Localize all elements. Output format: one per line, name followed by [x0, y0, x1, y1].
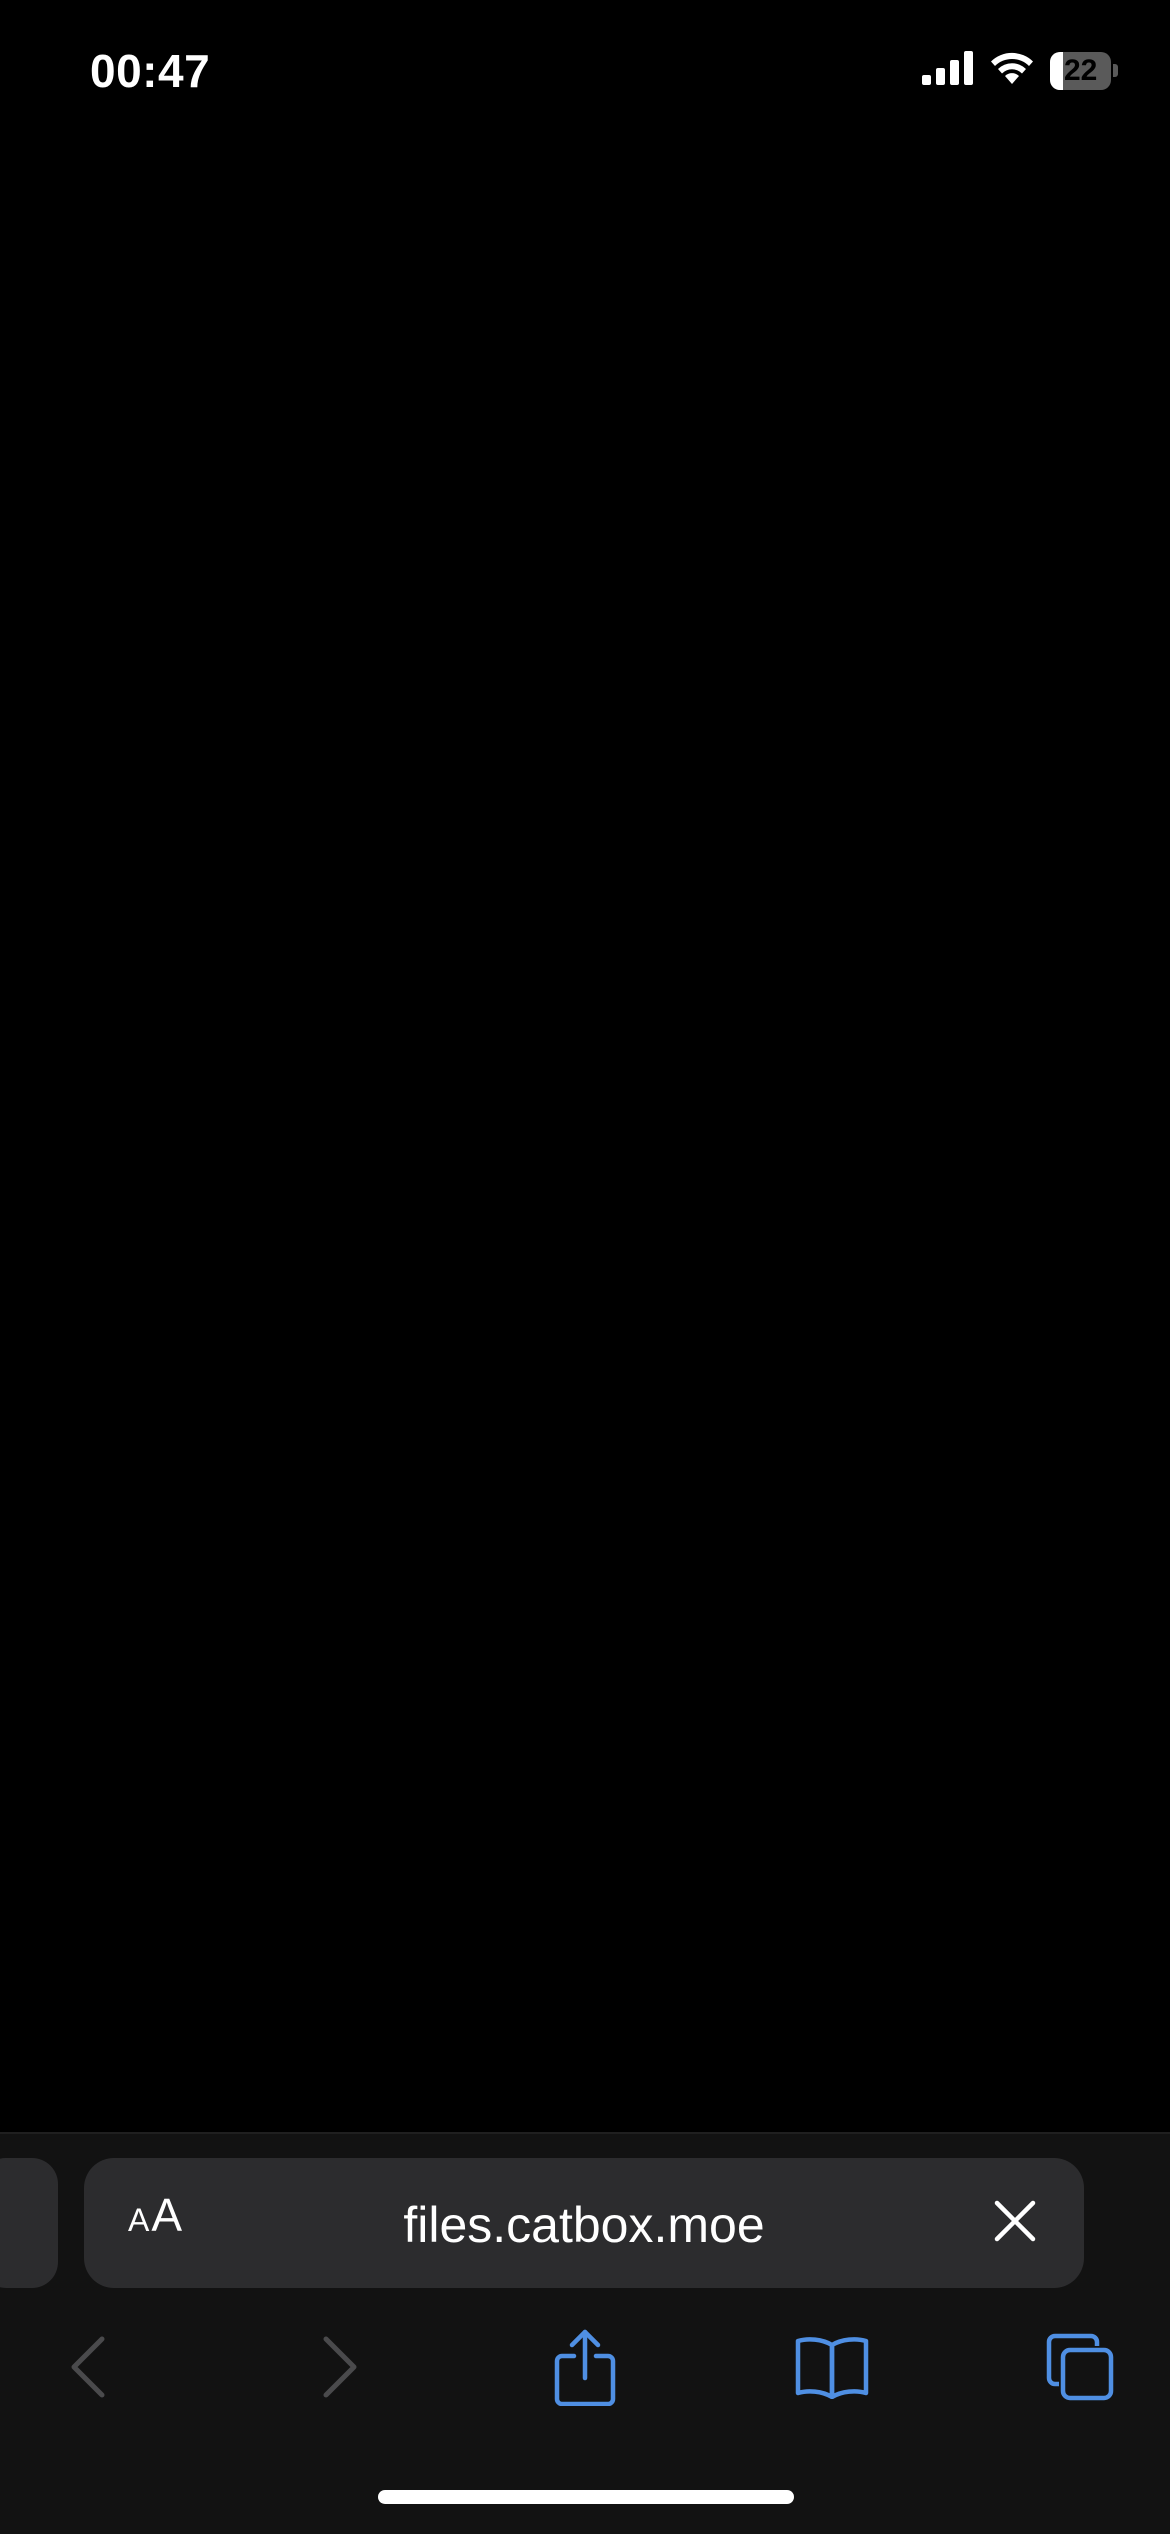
web-content[interactable]	[0, 150, 1170, 2132]
back-chevron-icon	[68, 2335, 108, 2404]
bookmarks-book-icon	[794, 2335, 870, 2404]
battery-body: 22	[1050, 51, 1112, 90]
status-time: 00:47	[90, 45, 211, 97]
status-icons: 22	[922, 50, 1118, 91]
browser-toolbar	[0, 2294, 1170, 2444]
tabs-icon	[1045, 2332, 1115, 2407]
previous-tab-address-pill[interactable]	[0, 2158, 58, 2288]
browser-bottom-bar: A A files.catbox.moe	[0, 2132, 1170, 2534]
share-icon	[554, 2328, 616, 2411]
battery-icon: 22	[1050, 51, 1118, 90]
battery-tip	[1113, 64, 1118, 77]
clear-url-button[interactable]	[986, 2194, 1044, 2252]
wifi-icon	[988, 50, 1036, 91]
url-text[interactable]: files.catbox.moe	[84, 2196, 1084, 2254]
address-bar[interactable]: A A files.catbox.moe	[84, 2158, 1084, 2288]
forward-chevron-icon	[320, 2335, 360, 2404]
back-button[interactable]	[43, 2324, 133, 2414]
share-button[interactable]	[540, 2324, 630, 2414]
tabs-button[interactable]	[1035, 2324, 1125, 2414]
bookmarks-button[interactable]	[787, 2324, 877, 2414]
status-bar: 00:47 22	[0, 0, 1170, 150]
forward-button[interactable]	[295, 2324, 385, 2414]
battery-level: 22	[1063, 53, 1098, 87]
home-indicator[interactable]	[378, 2490, 794, 2504]
close-icon	[993, 2199, 1037, 2248]
cellular-signal-icon	[922, 51, 974, 90]
